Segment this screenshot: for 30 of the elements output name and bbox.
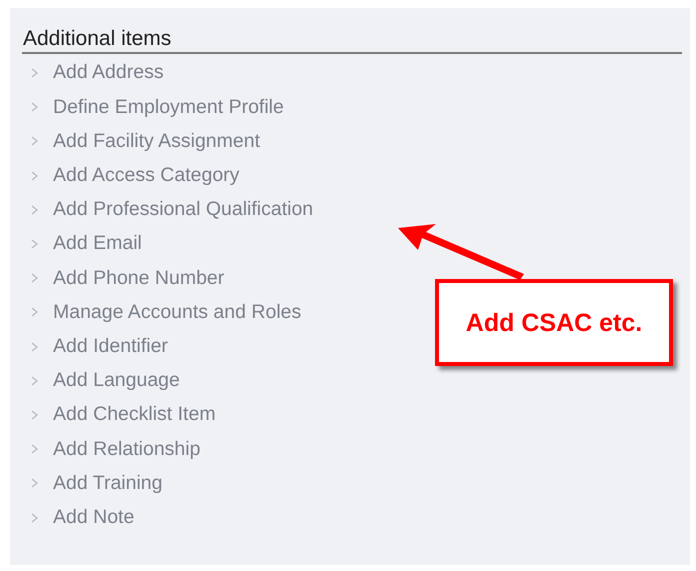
chevron-icon (31, 478, 39, 488)
chevron-icon (31, 342, 39, 352)
menu-link[interactable]: Add Access Category (22, 158, 240, 193)
menu-link[interactable]: Add Professional Qualification (22, 192, 314, 227)
chevron-icon (31, 512, 39, 523)
menu-link[interactable]: Add Email (22, 226, 142, 262)
chevron-icon (31, 136, 39, 146)
chevron-icon (31, 376, 39, 386)
section-title: Additional items (22, 26, 682, 54)
chevron-icon (31, 68, 39, 78)
menu-link[interactable]: Define Employment Profile (22, 90, 284, 124)
menu-link[interactable]: Add Address (22, 56, 164, 90)
menu-link[interactable]: Manage Accounts and Roles (22, 295, 302, 330)
menu-link[interactable]: Add Identifier (22, 330, 168, 364)
callout-text: Add CSAC etc. (464, 308, 644, 338)
chevron-icon (31, 444, 39, 454)
chevron-icon (31, 239, 39, 250)
chevron-icon (31, 410, 39, 420)
chevron-icon (31, 273, 39, 284)
menu-link[interactable]: Add Checklist Item (22, 398, 216, 432)
menu-link[interactable]: Add Facility Assignment (22, 124, 260, 159)
chevron-icon (31, 307, 39, 318)
menu-link[interactable]: Add Training (22, 466, 162, 500)
menu-link[interactable]: Add Language (22, 364, 180, 398)
chevron-icon (31, 102, 39, 112)
menu-link[interactable]: Add Relationship (22, 432, 200, 466)
chevron-icon (31, 170, 39, 181)
menu-link[interactable]: Add Phone Number (22, 261, 224, 296)
menu-link[interactable]: Add Note (22, 500, 134, 535)
chevron-icon (31, 204, 39, 215)
